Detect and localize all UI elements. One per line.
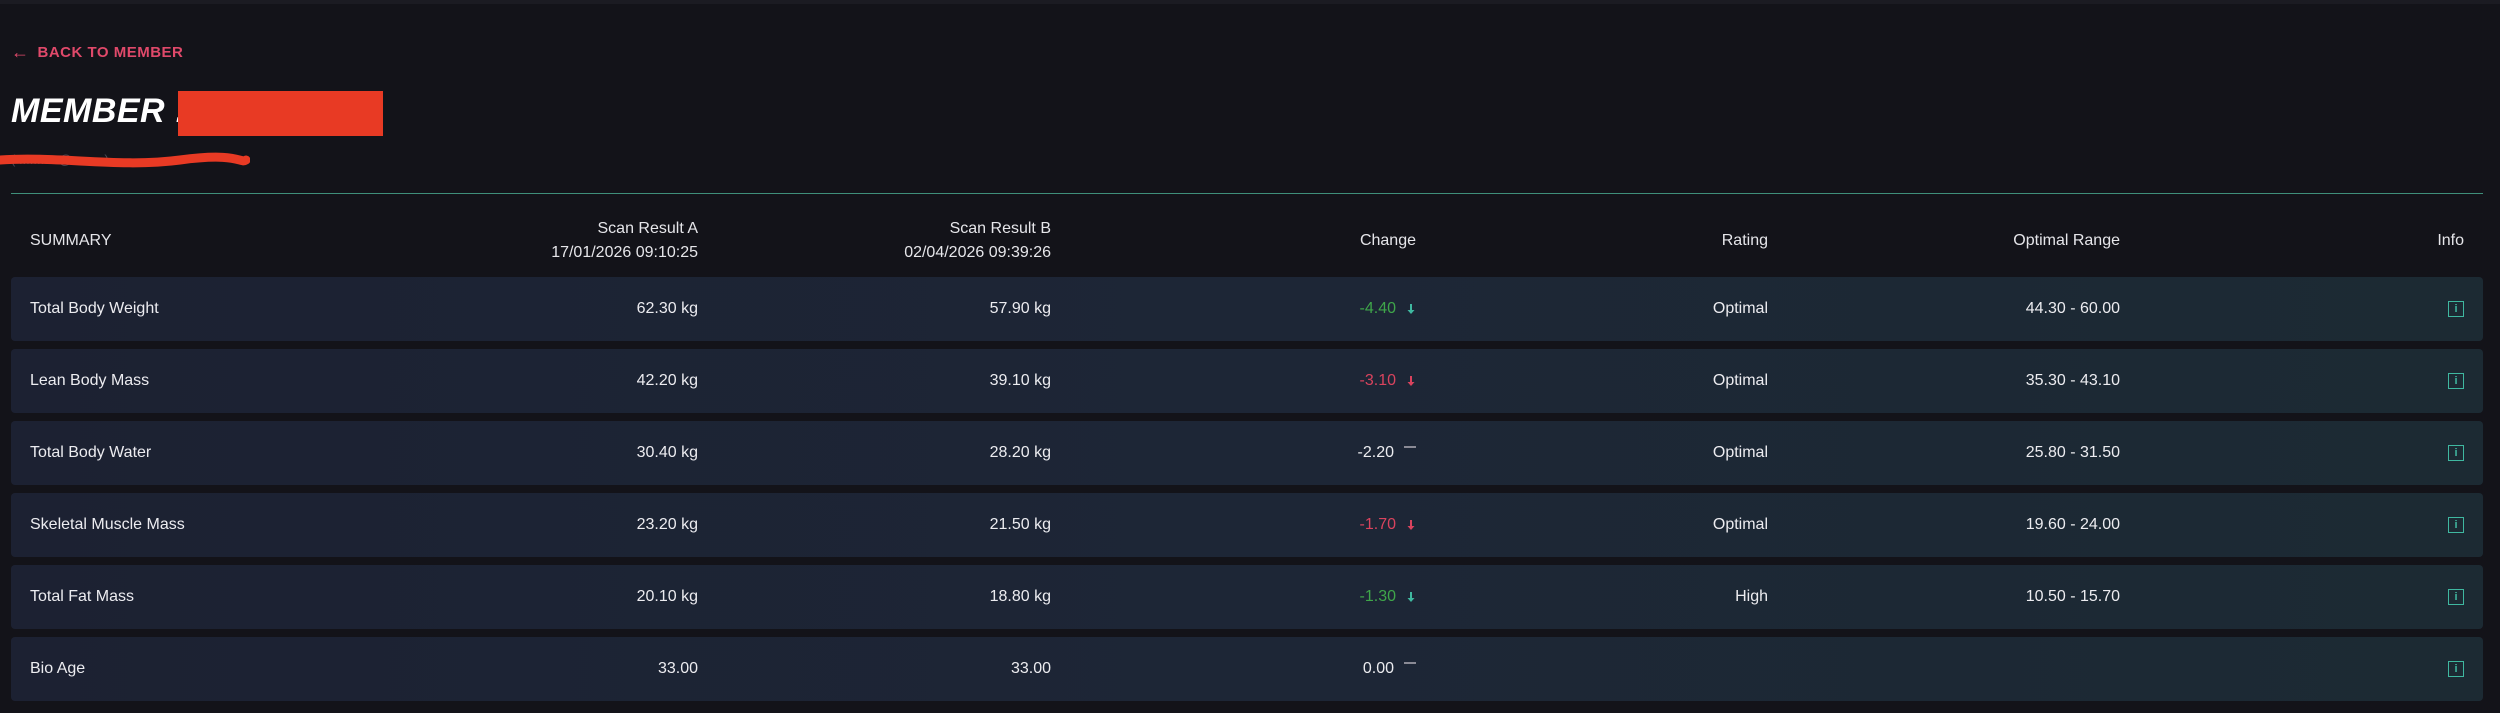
header-optimal-range: Optimal Range [2013, 232, 2120, 249]
info-icon[interactable]: i [2448, 517, 2464, 533]
header-summary: SUMMARY [30, 232, 112, 249]
change-value-group: -2.20 [1358, 444, 1416, 462]
table-row: Total Body Weight 62.30 kg 57.90 kg -4.40 Op… [11, 277, 2483, 341]
change-value: -2.20 [1357, 444, 1394, 461]
row-metric-name: Total Body Weight [30, 300, 159, 317]
row-scan-b-value: 28.20 kg [989, 444, 1051, 461]
change-value: -3.10 [1359, 372, 1396, 389]
row-change: -4.40 [1111, 277, 1416, 341]
back-to-member-link[interactable]: ← BACK TO MEMBER [11, 43, 183, 61]
row-scan-b-value: 39.10 kg [989, 372, 1051, 389]
change-value-group: -1.30 [1360, 588, 1416, 606]
row-optimal-range: 35.30 - 43.10 [2025, 372, 2120, 389]
row-scan-a-value: 33.00 [657, 660, 698, 677]
arrow-down-icon [1406, 302, 1416, 316]
info-icon[interactable]: i [2448, 661, 2464, 677]
table-row: Lean Body Mass 42.20 kg 39.10 kg -3.10 Optim… [11, 349, 2483, 413]
row-metric-name: Bio Age [30, 660, 86, 677]
change-value: 0.00 [1362, 660, 1394, 677]
row-optimal-range: 44.30 - 60.00 [2025, 300, 2120, 317]
row-info: i [2311, 349, 2464, 413]
redaction-scribble [0, 152, 250, 168]
row-change: -1.70 [1111, 493, 1416, 557]
header-info: Info [2437, 232, 2464, 249]
row-change: 0.00 [1111, 637, 1416, 701]
arrow-down-icon [1406, 590, 1416, 604]
change-value: -4.40 [1359, 300, 1396, 317]
row-scan-a-value: 30.40 kg [636, 444, 698, 461]
arrow-down-icon [1406, 374, 1416, 388]
row-info: i [2311, 637, 2464, 701]
row-optimal-range: 25.80 - 31.50 [2025, 444, 2120, 461]
row-scan-b-value: 18.80 kg [989, 588, 1051, 605]
row-change: -2.20 [1111, 421, 1416, 485]
dash-icon [1404, 662, 1416, 664]
row-optimal-range [1861, 637, 2120, 701]
header-scan-a-date: 17/01/2026 09:10:25 [551, 244, 698, 261]
row-scan-a-value: 62.30 kg [636, 300, 698, 317]
info-icon[interactable]: i [2448, 301, 2464, 317]
row-optimal-range: 10.50 - 15.70 [2025, 588, 2120, 605]
info-icon[interactable]: i [2448, 589, 2464, 605]
row-metric-name: Total Fat Mass [30, 588, 135, 605]
top-bar [0, 0, 2500, 4]
arrow-down-icon [1406, 518, 1416, 532]
row-scan-b-value: 21.50 kg [989, 516, 1051, 533]
header-scan-b: Scan Result B 02/04/2026 09:39:26 [711, 205, 1051, 277]
row-optimal-range: 19.60 - 24.00 [2025, 516, 2120, 533]
row-scan-a-value: 20.10 kg [636, 588, 698, 605]
table-row: Total Body Water 30.40 kg 28.20 kg -2.20 Opt… [11, 421, 2483, 485]
table-body: Total Body Weight 62.30 kg 57.90 kg -4.40 Op… [11, 277, 2483, 701]
row-info: i [2311, 277, 2464, 341]
row-metric-name: Skeletal Muscle Mass [30, 516, 185, 533]
table-row: Skeletal Muscle Mass 23.20 kg 21.50 kg -1.7… [11, 493, 2483, 557]
arrow-left-icon: ← [11, 42, 30, 62]
dash-icon [1404, 446, 1416, 448]
row-scan-a-value: 23.20 kg [636, 516, 698, 533]
row-scan-b-value: 33.00 [1010, 660, 1051, 677]
header-scan-b-title: Scan Result B [949, 220, 1051, 237]
row-rating: High [1735, 588, 1768, 605]
change-value-group: 0.00 [1363, 660, 1416, 678]
page-title: MEMBER : [11, 92, 187, 131]
row-scan-b-value: 57.90 kg [989, 300, 1051, 317]
member-title-label: MEMBER : [11, 92, 187, 130]
table-row: Bio Age 33.00 33.00 0.00 i [11, 637, 2483, 701]
header-rating: Rating [1721, 232, 1768, 249]
row-rating: Optimal [1712, 444, 1768, 461]
row-rating: Optimal [1712, 516, 1768, 533]
row-change: -3.10 [1111, 349, 1416, 413]
change-value-group: -1.70 [1360, 516, 1416, 534]
table-row: Total Fat Mass 20.10 kg 18.80 kg -1.30 High 1… [11, 565, 2483, 629]
page: ← BACK TO MEMBER MEMBER : ( ...........@… [0, 0, 2500, 713]
row-rating: Optimal [1712, 372, 1768, 389]
row-metric-name: Total Body Water [30, 444, 152, 461]
info-icon[interactable]: i [2448, 373, 2464, 389]
header-change: Change [1359, 232, 1416, 249]
change-value-group: -3.10 [1360, 372, 1416, 390]
redacted-member-name [178, 91, 383, 136]
row-change: -1.30 [1111, 565, 1416, 629]
change-value: -1.30 [1359, 588, 1396, 605]
row-metric-name: Lean Body Mass [30, 372, 150, 389]
header-scan-a-title: Scan Result A [597, 220, 699, 237]
row-info: i [2311, 421, 2464, 485]
back-link-label: BACK TO MEMBER [37, 43, 184, 61]
row-info: i [2311, 493, 2464, 557]
change-value: -1.70 [1359, 516, 1396, 533]
row-rating [1511, 637, 1768, 701]
summary-table: SUMMARY Scan Result A 17/01/2026 09:10:2… [11, 205, 2483, 709]
table-header-row: SUMMARY Scan Result A 17/01/2026 09:10:2… [11, 205, 2483, 277]
header-scan-a: Scan Result A 17/01/2026 09:10:25 [341, 205, 698, 277]
header-scan-b-date: 02/04/2026 09:39:26 [904, 244, 1051, 261]
change-value-group: -4.40 [1360, 300, 1416, 318]
row-rating: Optimal [1712, 300, 1768, 317]
row-info: i [2311, 565, 2464, 629]
row-scan-a-value: 42.20 kg [636, 372, 698, 389]
info-icon[interactable]: i [2448, 445, 2464, 461]
section-divider [11, 193, 2483, 194]
